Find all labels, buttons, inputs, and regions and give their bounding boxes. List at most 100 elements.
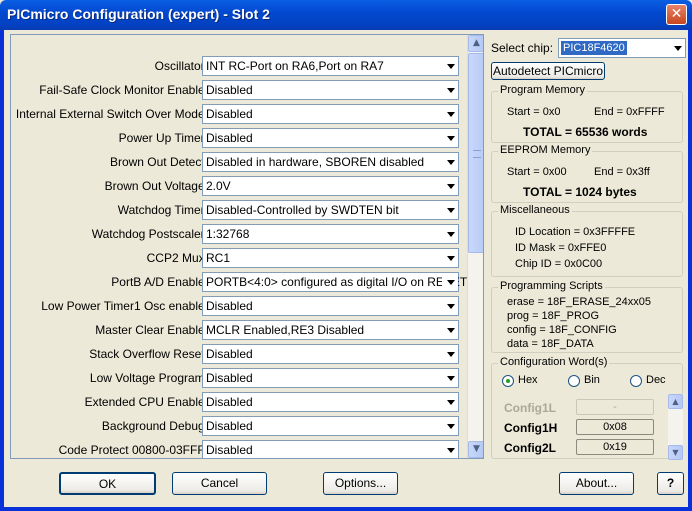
program-memory-start: Start = 0x0: [507, 106, 561, 118]
config-word-name: Config2L: [504, 441, 556, 455]
radio-bin[interactable]: [568, 375, 580, 387]
chevron-down-icon[interactable]: [442, 153, 458, 171]
setting-select[interactable]: INT RC-Port on RA6,Port on RA7: [202, 56, 459, 76]
help-button[interactable]: ?: [657, 472, 684, 495]
setting-label: Code Protect 00800-03FFF:: [58, 443, 208, 457]
scroll-grip-icon: [473, 150, 481, 158]
setting-select[interactable]: Disabled: [202, 104, 459, 124]
setting-label: Watchdog Timer:: [117, 203, 208, 217]
chip-id: Chip ID = 0x0C00: [515, 258, 603, 270]
program-memory-group: Program Memory Start = 0x0 End = 0xFFFF …: [491, 84, 683, 143]
setting-label: Oscillator:: [154, 59, 208, 73]
config-scroll-up-button[interactable]: ▲: [668, 394, 683, 409]
config-word-name: Config1L: [504, 401, 556, 415]
setting-select[interactable]: Disabled: [202, 440, 459, 458]
chevron-down-icon[interactable]: [442, 321, 458, 339]
cancel-button[interactable]: Cancel: [172, 472, 267, 495]
program-memory-end: End = 0xFFFF: [594, 106, 665, 118]
setting-select[interactable]: Disabled: [202, 368, 459, 388]
setting-label: CCP2 Mux:: [146, 251, 208, 265]
radio-label[interactable]: Bin: [584, 374, 600, 386]
setting-label: Watchdog Postscaler:: [91, 227, 208, 241]
setting-select[interactable]: 1:32768: [202, 224, 459, 244]
config-word-value-button: -: [576, 399, 654, 415]
scripts-title: Programming Scripts: [498, 280, 605, 292]
about-button[interactable]: About...: [559, 472, 634, 495]
radio-label[interactable]: Dec: [646, 374, 666, 386]
setting-row: Power Up Timer: Disabled: [11, 128, 469, 148]
chevron-down-icon[interactable]: [442, 393, 458, 411]
scroll-thumb[interactable]: [468, 53, 483, 253]
settings-scrollbar[interactable]: ▲ ▼: [467, 35, 483, 458]
setting-row: CCP2 Mux: RC1: [11, 248, 469, 268]
setting-select[interactable]: Disabled: [202, 344, 459, 364]
misc-group: Miscellaneous ID Location = 0x3FFFFE ID …: [491, 204, 683, 277]
chevron-down-icon[interactable]: [442, 441, 458, 458]
chevron-down-icon[interactable]: [442, 129, 458, 147]
misc-title: Miscellaneous: [498, 204, 572, 216]
config-words-group: Configuration Word(s) Hex Bin Dec Config1L…: [491, 356, 683, 460]
eeprom-memory-group: EEPROM Memory Start = 0x00 End = 0x3ff T…: [491, 144, 683, 203]
radio-label[interactable]: Hex: [518, 374, 538, 386]
setting-row: Brown Out Detect: Disabled in hardware, S…: [11, 152, 469, 172]
setting-label: Internal External Switch Over Mode:: [15, 107, 208, 121]
options-button[interactable]: Options...: [323, 472, 398, 495]
autodetect-button[interactable]: Autodetect PICmicro: [491, 62, 605, 80]
chevron-down-icon[interactable]: [442, 177, 458, 195]
chevron-down-icon[interactable]: [442, 273, 458, 291]
setting-value: Disabled in hardware, SBOREN disabled: [206, 155, 425, 169]
setting-select[interactable]: Disabled-Controlled by SWDTEN bit: [202, 200, 459, 220]
setting-select[interactable]: Disabled: [202, 296, 459, 316]
script-prog: prog = 18F_PROG: [507, 310, 600, 322]
chevron-down-icon[interactable]: [442, 297, 458, 315]
radio-dec[interactable]: [630, 375, 642, 387]
chevron-down-icon[interactable]: [442, 105, 458, 123]
setting-value: RC1: [206, 251, 231, 265]
setting-value: Disabled: [206, 83, 253, 97]
script-erase: erase = 18F_ERASE_24xx05: [507, 296, 652, 308]
setting-select[interactable]: 2.0V: [202, 176, 459, 196]
setting-select[interactable]: Disabled: [202, 128, 459, 148]
setting-label: Low Voltage Program:: [89, 371, 208, 385]
right-panel: Select chip: PIC18F4620 Autodetect PICmi…: [490, 34, 686, 460]
setting-row: Oscillator: INT RC-Port on RA6,Port on RA…: [11, 56, 469, 76]
setting-value: Disabled: [206, 419, 253, 433]
setting-label: Brown Out Detect:: [109, 155, 208, 169]
chevron-down-icon[interactable]: [669, 39, 685, 57]
config-word-value-button[interactable]: 0x08: [576, 419, 654, 435]
eeprom-memory-title: EEPROM Memory: [498, 144, 593, 156]
chevron-down-icon[interactable]: [442, 57, 458, 75]
setting-value: PORTB<4:0> configured as digital I/O on …: [206, 275, 468, 289]
setting-select[interactable]: MCLR Enabled,RE3 Disabled: [202, 320, 459, 340]
window-frame-bottom: [0, 507, 692, 511]
ok-button[interactable]: OK: [59, 472, 156, 495]
setting-select[interactable]: Disabled: [202, 80, 459, 100]
radio-hex[interactable]: [502, 375, 514, 387]
setting-label: Low Power Timer1 Osc enable:: [41, 299, 208, 313]
eeprom-memory-end: End = 0x3ff: [594, 166, 650, 178]
setting-label: Fail-Safe Clock Monitor Enable:: [39, 83, 208, 97]
chevron-down-icon[interactable]: [442, 417, 458, 435]
setting-select[interactable]: PORTB<4:0> configured as digital I/O on …: [202, 272, 467, 292]
close-button[interactable]: ✕: [666, 4, 687, 25]
config-words-scrollbar[interactable]: ▲ ▼: [668, 394, 683, 460]
setting-select[interactable]: RC1: [202, 248, 459, 268]
chevron-down-icon[interactable]: [442, 369, 458, 387]
scroll-down-button[interactable]: ▼: [468, 441, 483, 458]
setting-select[interactable]: Disabled: [202, 392, 459, 412]
scroll-up-button[interactable]: ▲: [468, 35, 483, 52]
setting-row: Watchdog Timer: Disabled-Controlled by SW…: [11, 200, 469, 220]
setting-row: Fail-Safe Clock Monitor Enable: Disabled: [11, 80, 469, 100]
config-scroll-down-button[interactable]: ▼: [668, 445, 683, 460]
chevron-down-icon[interactable]: [442, 345, 458, 363]
chip-select[interactable]: PIC18F4620: [558, 38, 686, 58]
script-config: config = 18F_CONFIG: [507, 324, 617, 336]
setting-select[interactable]: Disabled in hardware, SBOREN disabled: [202, 152, 459, 172]
chevron-down-icon[interactable]: [442, 249, 458, 267]
setting-row: Watchdog Postscaler: 1:32768: [11, 224, 469, 244]
config-word-value-button[interactable]: 0x19: [576, 439, 654, 455]
chevron-down-icon[interactable]: [442, 225, 458, 243]
setting-select[interactable]: Disabled: [202, 416, 459, 436]
chevron-down-icon[interactable]: [442, 201, 458, 219]
chevron-down-icon[interactable]: [442, 81, 458, 99]
